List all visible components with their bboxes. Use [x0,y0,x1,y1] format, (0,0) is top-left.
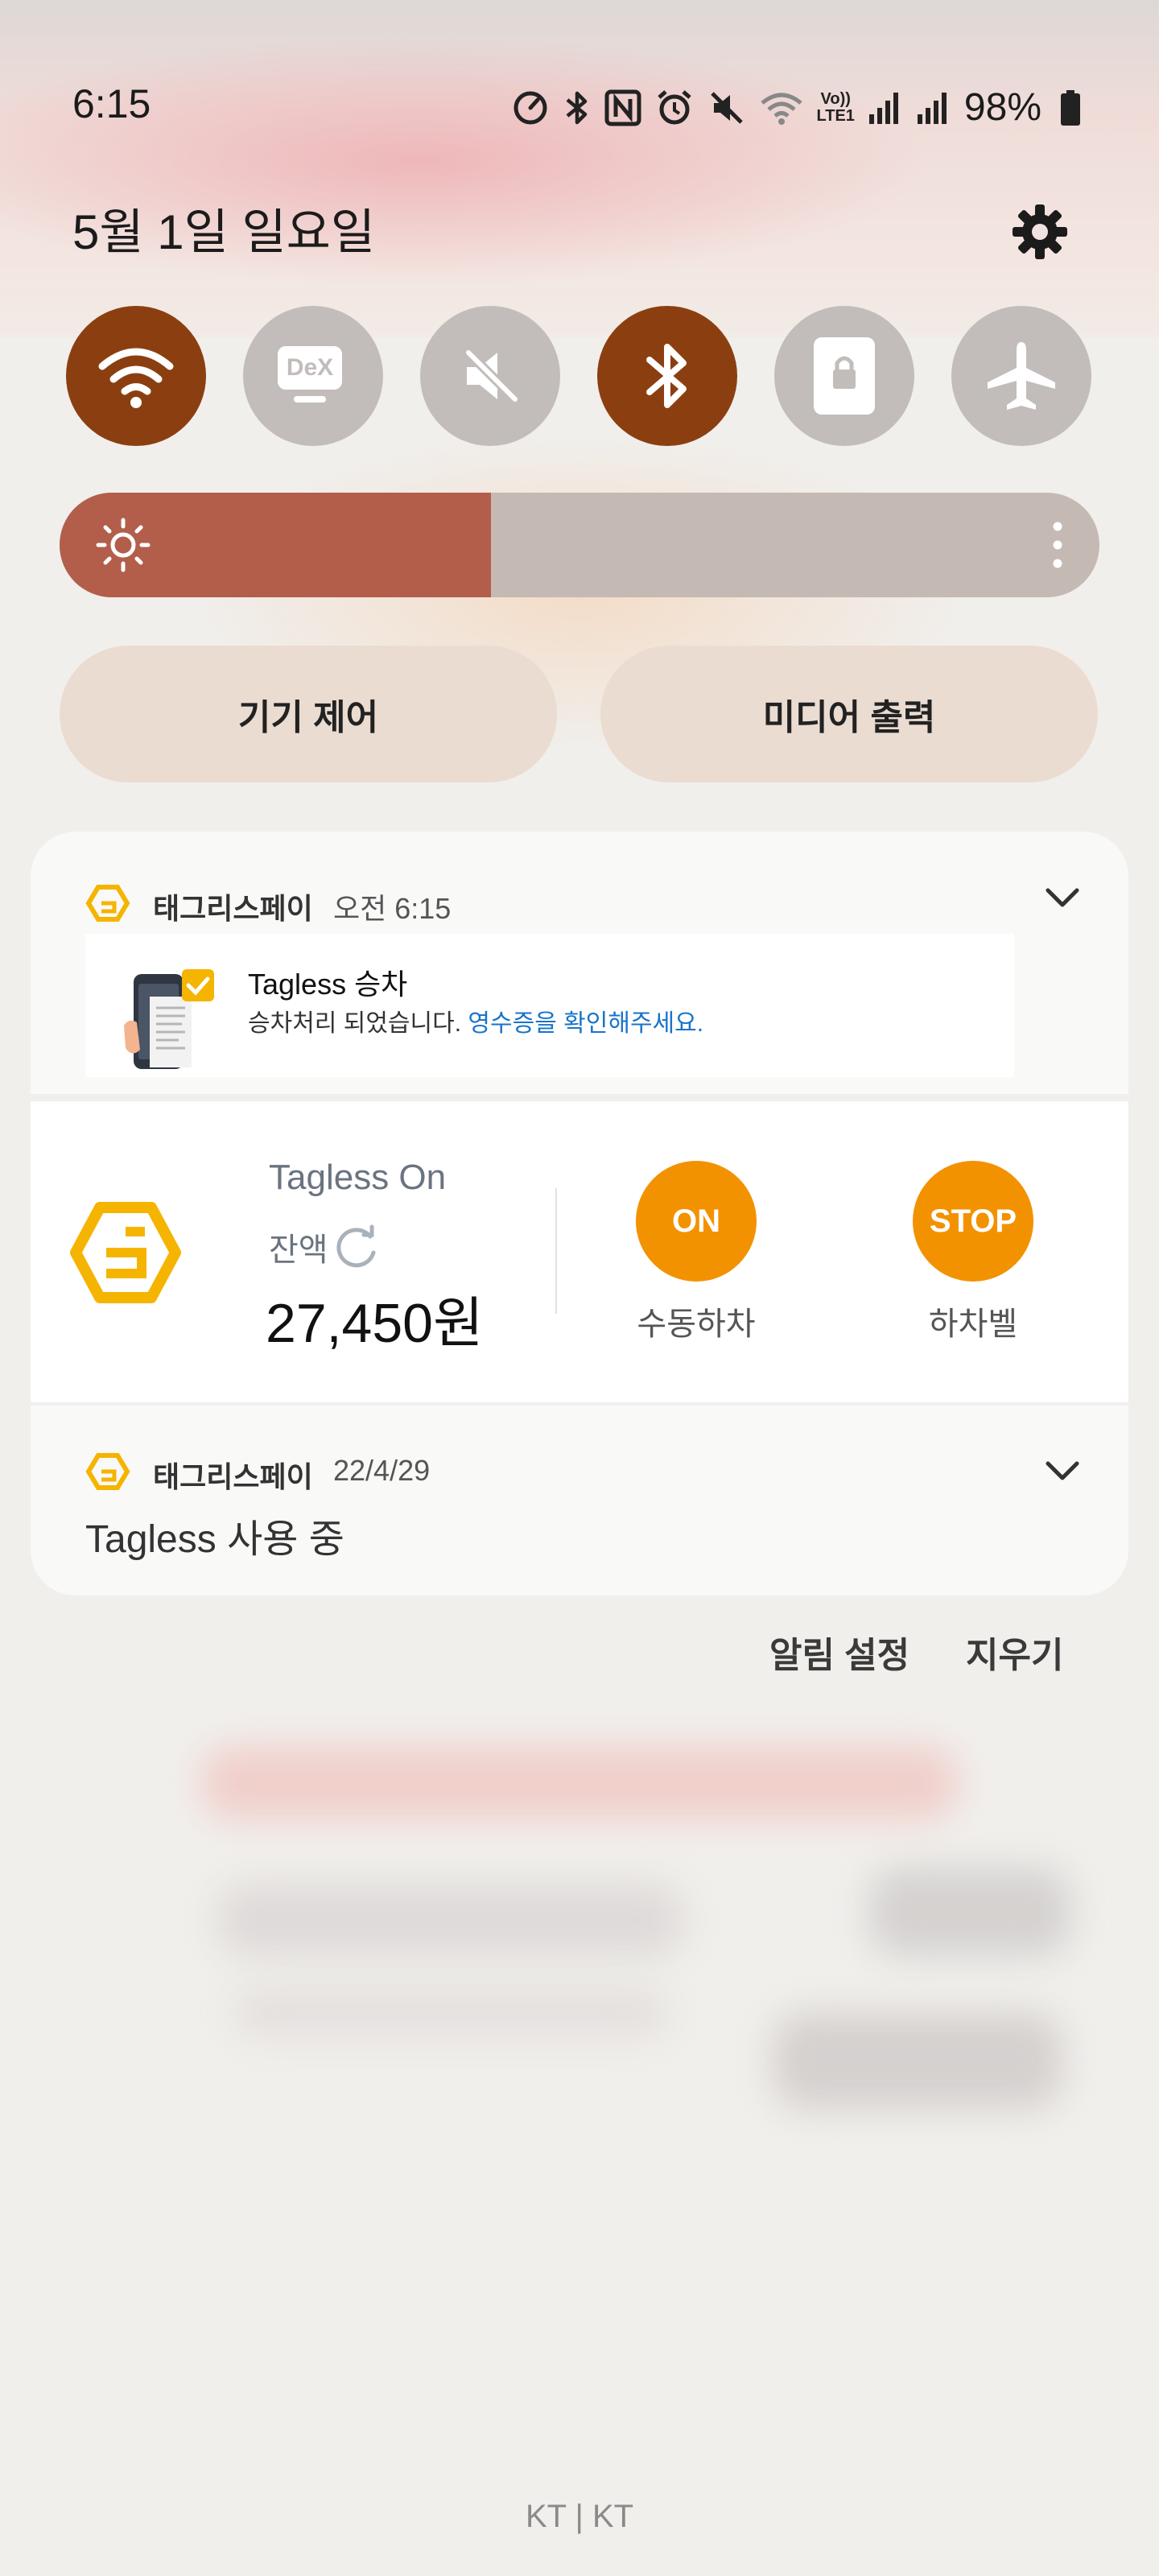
stop-bell-button[interactable]: STOP [913,1161,1033,1282]
app-name: 태그리스페이 [153,1460,313,1493]
widget-title: Tagless On [269,1158,447,1197]
notification-tagless-in-use[interactable] [31,1406,1128,1596]
notification-body-text: 승차처리 되었습니다. [248,1010,462,1037]
divider [555,1188,557,1314]
dex-label: DeX [278,346,342,390]
app-name: 태그리스페이 [153,892,313,925]
carrier-label: KT | KT [525,2499,634,2534]
battery-icon [1061,89,1080,126]
notification-title: Tagless 승차 [248,968,408,1001]
battery-percent: 98% [963,86,1041,129]
receipt-link[interactable]: 영수증을 확인해주세요. [468,1010,703,1037]
bluetooth-icon [566,91,587,124]
brightness-slider[interactable] [60,493,1099,597]
device-control-button[interactable]: 기기 제어 [60,646,557,782]
airplane-toggle[interactable] [951,306,1091,446]
bluetooth-toggle[interactable] [597,306,737,446]
wifi-icon [760,93,802,125]
clock: 6:15 [72,81,151,126]
gear-icon[interactable] [1008,200,1072,264]
nfc-icon [604,89,641,126]
background-blur [233,1988,668,2037]
airplane-icon [988,342,1055,410]
dex-icon: DeX [278,346,349,406]
network-type: Vo)) LTE1 [816,89,855,125]
mute-icon [464,349,519,403]
notification-time: 오전 6:15 [333,892,452,925]
alarm-icon [657,89,691,124]
refresh-icon[interactable] [332,1222,382,1272]
background-blur [201,1747,958,1819]
wifi-toggle[interactable] [66,306,206,446]
notification-settings-button[interactable]: 알림 설정 [769,1626,909,1678]
lock-screen-toggle[interactable] [774,306,914,446]
notification-banner[interactable]: Tagless 승차 승차처리 되었습니다. 영수증을 확인해주세요. [85,934,1014,1077]
signal-icon [917,92,947,124]
quick-settings-row: DeX [66,306,1093,448]
manual-alight-label: 수동하차 [637,1307,756,1342]
status-icons: Vo)) LTE1 98% [511,85,1083,130]
signal-icon [868,92,898,124]
balance-label: 잔액 [269,1232,328,1268]
balance-amount: 27,450원 [266,1293,484,1354]
brightness-icon [96,518,151,572]
receipt-phone-icon [124,969,214,1069]
notification-time: 22/4/29 [333,1454,431,1487]
tagless-app-icon [85,885,130,922]
speedometer-icon [514,91,547,124]
mute-icon [710,91,743,124]
background-glow [72,419,1087,853]
clear-button[interactable]: 지우기 [966,1626,1063,1678]
more-options-icon[interactable] [1051,520,1064,570]
media-output-button[interactable]: 미디어 출력 [600,646,1098,782]
background-blur [217,1884,684,1956]
background-blur [869,1868,1070,1956]
chevron-down-icon[interactable] [1043,1459,1082,1483]
volte-label: Vo)) [820,89,851,108]
lock-icon [814,337,875,415]
manual-alight-on-button[interactable]: ON [636,1161,757,1282]
tagless-logo [70,1202,181,1303]
notification-body: 승차처리 되었습니다. 영수증을 확인해주세요. [248,1003,703,1038]
tagless-app-icon [85,1453,130,1490]
date-label: 5월 1일 일요일 [72,205,376,259]
background-top [0,0,1159,338]
stop-bell-label: 하차벨 [928,1307,1018,1342]
bluetooth-icon [646,344,687,408]
lte-label: LTE1 [816,106,855,125]
sound-toggle[interactable] [420,306,560,446]
notification-text: Tagless 사용 중 [85,1518,344,1561]
background-blur [773,2013,1062,2109]
status-bar: 6:15 Vo)) LTE1 98% [0,80,1159,145]
dex-toggle[interactable]: DeX [243,306,383,446]
wifi-icon [98,348,174,408]
chevron-down-icon[interactable] [1043,886,1082,910]
